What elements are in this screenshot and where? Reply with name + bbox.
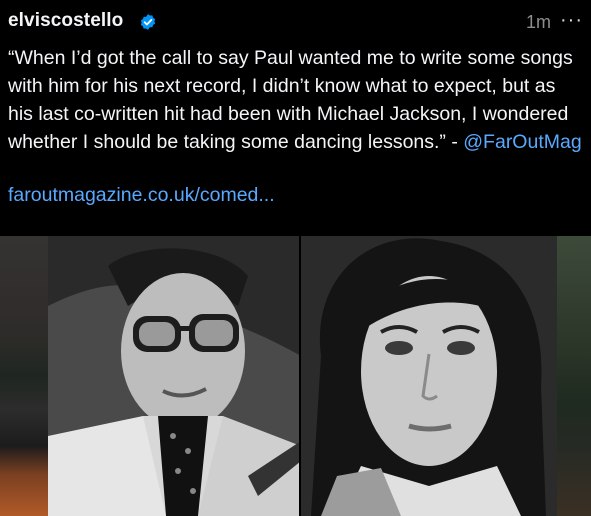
post-header: elviscostello 1m ··· [8, 8, 591, 38]
post-media[interactable] [0, 236, 591, 516]
photo-paul-mccartney [301, 236, 557, 516]
more-options-icon[interactable]: ··· [560, 9, 583, 32]
mention-link[interactable]: @FarOutMag [463, 131, 581, 153]
background-strip-left [0, 236, 48, 516]
verified-badge-icon [139, 13, 157, 31]
article-link[interactable]: faroutmagazine.co.uk/comed... [8, 184, 275, 207]
post-timestamp: 1m [525, 12, 551, 32]
post-caption: “When I’d got the call to say Paul wante… [8, 44, 583, 156]
username-link[interactable]: elviscostello [8, 10, 123, 32]
photo-elvis-costello [48, 236, 301, 516]
background-strip-right [557, 236, 591, 516]
